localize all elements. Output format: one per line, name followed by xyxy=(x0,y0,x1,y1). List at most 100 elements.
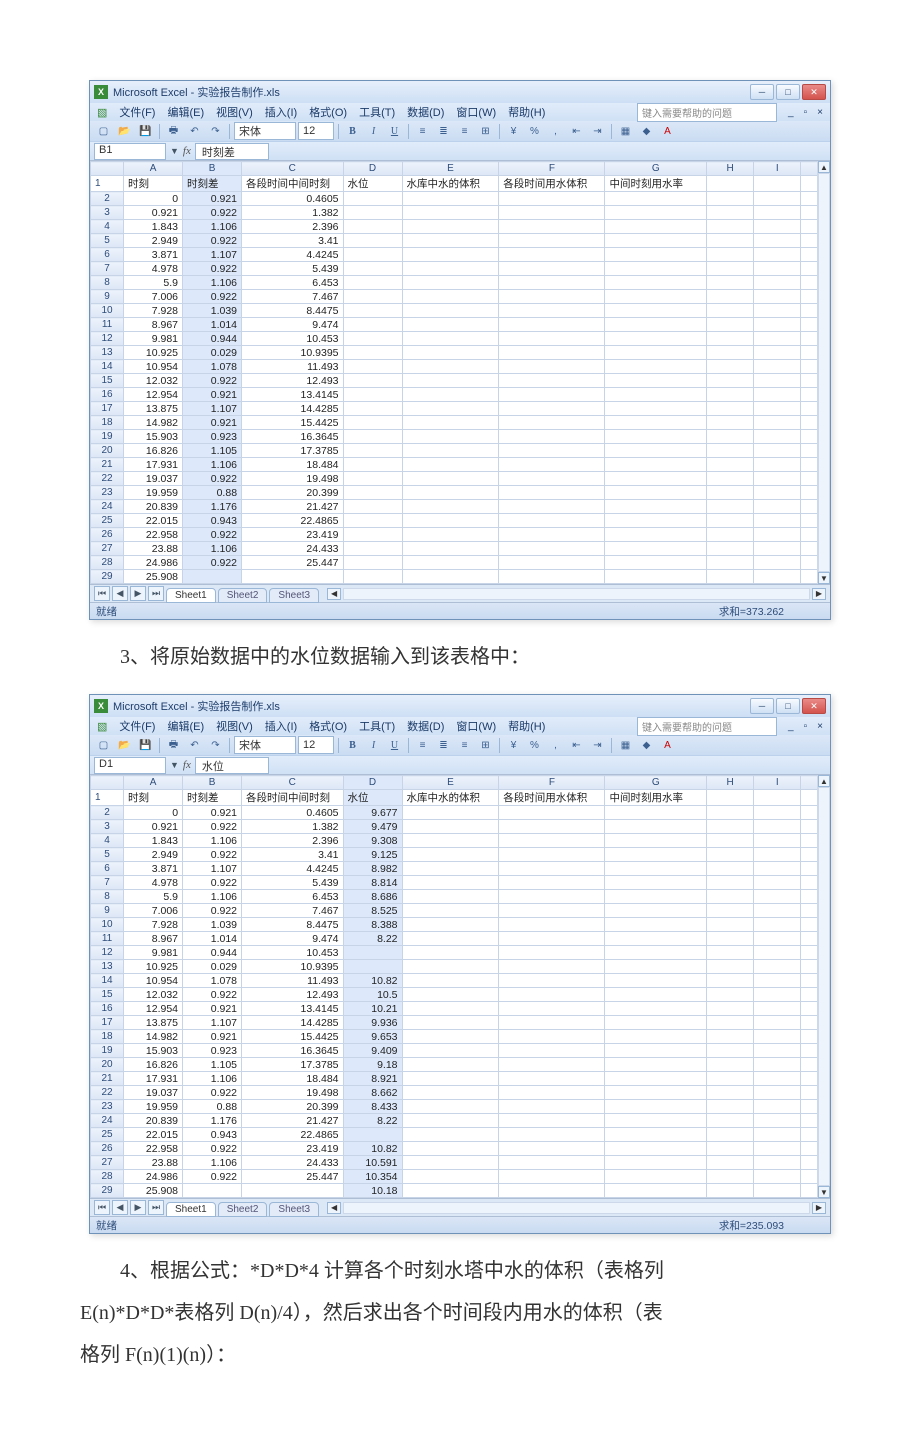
cell[interactable]: 8.433 xyxy=(343,1100,402,1114)
horizontal-scrollbar[interactable]: ◀ ▶ xyxy=(327,1203,826,1213)
cell[interactable] xyxy=(343,206,402,220)
cell[interactable] xyxy=(706,932,753,946)
row-header[interactable]: 26 xyxy=(91,1142,124,1156)
cell[interactable]: 12.032 xyxy=(124,988,183,1002)
cell[interactable] xyxy=(706,1072,753,1086)
cell[interactable]: 22.4865 xyxy=(242,1128,343,1142)
cell[interactable] xyxy=(499,1072,605,1086)
cell[interactable] xyxy=(605,806,706,820)
cell[interactable] xyxy=(402,458,499,472)
column-header[interactable]: I xyxy=(754,162,801,176)
cell[interactable]: 20.399 xyxy=(242,1100,343,1114)
cell[interactable]: 22.4865 xyxy=(242,514,343,528)
cell[interactable] xyxy=(402,514,499,528)
cell[interactable]: 15.903 xyxy=(124,430,183,444)
cell[interactable] xyxy=(754,1142,801,1156)
minimize-button[interactable]: ─ xyxy=(750,698,774,714)
column-header[interactable]: E xyxy=(402,162,499,176)
cell[interactable] xyxy=(402,1114,499,1128)
cell[interactable] xyxy=(754,1170,801,1184)
cell[interactable] xyxy=(402,848,499,862)
cell[interactable] xyxy=(402,1016,499,1030)
font-color-icon[interactable]: A xyxy=(658,736,677,755)
cell[interactable] xyxy=(499,332,605,346)
cell[interactable] xyxy=(499,304,605,318)
cell[interactable]: 0.922 xyxy=(183,374,242,388)
cell[interactable] xyxy=(402,192,499,206)
cell[interactable] xyxy=(343,458,402,472)
cell[interactable]: 12.493 xyxy=(242,374,343,388)
borders-icon[interactable]: ▦ xyxy=(616,122,635,141)
cell[interactable]: 14.4285 xyxy=(242,402,343,416)
menu-item[interactable]: 插入(I) xyxy=(262,717,300,735)
cell[interactable] xyxy=(402,1002,499,1016)
cell[interactable] xyxy=(754,1044,801,1058)
cell[interactable]: 2.949 xyxy=(124,848,183,862)
cell[interactable] xyxy=(706,416,753,430)
cell[interactable]: 1.843 xyxy=(124,220,183,234)
cell[interactable] xyxy=(706,514,753,528)
cell[interactable] xyxy=(754,1114,801,1128)
scroll-up-icon[interactable]: ▲ xyxy=(818,161,830,173)
header-cell[interactable]: 水库中水的体积 xyxy=(402,790,499,806)
cell[interactable] xyxy=(402,960,499,974)
cell[interactable]: 4.978 xyxy=(124,876,183,890)
cell[interactable] xyxy=(343,542,402,556)
cell[interactable] xyxy=(499,556,605,570)
cell[interactable] xyxy=(754,1086,801,1100)
column-header[interactable]: H xyxy=(706,162,753,176)
cell[interactable]: 10.18 xyxy=(343,1184,402,1198)
cell[interactable] xyxy=(499,276,605,290)
row-header[interactable]: 11 xyxy=(91,318,124,332)
cell[interactable]: 0.922 xyxy=(183,472,242,486)
tab-last-icon[interactable]: ⏭ xyxy=(148,1200,164,1215)
cell[interactable]: 10.925 xyxy=(124,960,183,974)
cell[interactable] xyxy=(754,514,801,528)
cell[interactable] xyxy=(499,486,605,500)
cell[interactable] xyxy=(402,570,499,584)
row-header[interactable]: 1 xyxy=(91,790,124,806)
italic-button[interactable]: I xyxy=(364,736,383,755)
cell[interactable]: 10.82 xyxy=(343,974,402,988)
cell[interactable]: 12.032 xyxy=(124,374,183,388)
cell[interactable]: 0.922 xyxy=(183,262,242,276)
cell[interactable] xyxy=(754,206,801,220)
cell[interactable] xyxy=(706,1128,753,1142)
cell[interactable] xyxy=(402,360,499,374)
cell[interactable] xyxy=(402,542,499,556)
cell[interactable] xyxy=(343,570,402,584)
cell[interactable] xyxy=(499,318,605,332)
cell[interactable]: 4.978 xyxy=(124,262,183,276)
cell[interactable] xyxy=(499,1128,605,1142)
column-header[interactable]: C xyxy=(242,162,343,176)
cell[interactable] xyxy=(402,528,499,542)
scroll-up-icon[interactable]: ▲ xyxy=(818,775,830,787)
cell[interactable]: 7.467 xyxy=(242,290,343,304)
cell[interactable] xyxy=(754,472,801,486)
cell[interactable] xyxy=(706,1058,753,1072)
cell[interactable] xyxy=(605,444,706,458)
cell[interactable]: 1.014 xyxy=(183,932,242,946)
cell[interactable] xyxy=(605,570,706,584)
cell[interactable] xyxy=(499,1086,605,1100)
new-icon[interactable]: ▢ xyxy=(94,122,113,141)
row-header[interactable]: 13 xyxy=(91,960,124,974)
cell[interactable] xyxy=(499,234,605,248)
cell[interactable]: 1.014 xyxy=(183,318,242,332)
cell[interactable] xyxy=(706,974,753,988)
cell[interactable]: 0.029 xyxy=(183,346,242,360)
cell[interactable] xyxy=(754,374,801,388)
cell[interactable]: 0.88 xyxy=(183,486,242,500)
cell[interactable]: 0.922 xyxy=(183,206,242,220)
currency-icon[interactable]: ¥ xyxy=(504,736,523,755)
cell[interactable] xyxy=(343,192,402,206)
cell[interactable] xyxy=(706,458,753,472)
row-header[interactable]: 5 xyxy=(91,848,124,862)
cell[interactable] xyxy=(754,904,801,918)
namebox-dropdown-icon[interactable]: ▼ xyxy=(170,146,179,156)
column-header[interactable]: F xyxy=(499,162,605,176)
cell[interactable]: 0.922 xyxy=(183,1086,242,1100)
redo-icon[interactable]: ↷ xyxy=(206,122,225,141)
row-header[interactable]: 8 xyxy=(91,276,124,290)
column-header[interactable]: D xyxy=(343,162,402,176)
